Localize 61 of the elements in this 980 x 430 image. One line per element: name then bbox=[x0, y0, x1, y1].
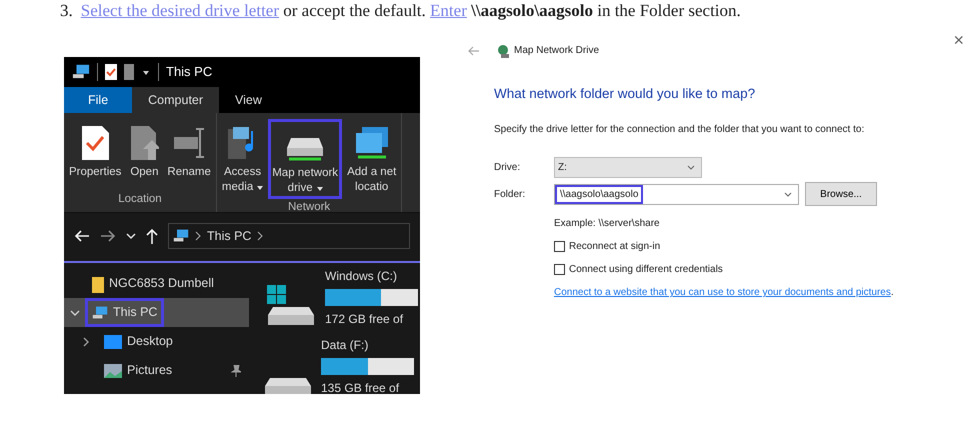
folder-combo-field[interactable]: \\aagsolo\aagsolo bbox=[554, 184, 799, 205]
close-button[interactable]: × bbox=[953, 31, 964, 49]
drive-windows-icon bbox=[265, 283, 315, 327]
caret-icon bbox=[316, 186, 323, 190]
checkbox-option[interactable]: Reconnect at sign-in bbox=[554, 239, 960, 254]
field-label: Drive: bbox=[494, 161, 522, 176]
chevron-down-icon bbox=[687, 165, 695, 170]
chevron-down-icon bbox=[784, 192, 792, 197]
document-check-icon bbox=[105, 64, 117, 80]
breadcrumb[interactable]: This PC bbox=[207, 226, 252, 246]
nav-item[interactable]: NGC6853 Dumbell bbox=[64, 269, 249, 298]
forward-arrow-icon[interactable] bbox=[100, 229, 116, 243]
computer-icon bbox=[92, 304, 108, 320]
ribbon-button[interactable]: Access media bbox=[218, 119, 266, 199]
nav-item[interactable]: Desktop bbox=[64, 327, 249, 356]
checkbox-option[interactable]: Connect using different credentials bbox=[554, 262, 960, 278]
file-menu-tab[interactable]: File bbox=[64, 87, 132, 113]
field-label: Folder: bbox=[494, 188, 526, 202]
folder-icon bbox=[92, 274, 104, 292]
dialog-title: Map Network Drive bbox=[514, 44, 600, 58]
ribbon-tab[interactable]: Computer bbox=[132, 87, 220, 113]
ribbon-button[interactable]: Rename bbox=[164, 119, 214, 191]
nav-item[interactable]: Pictures bbox=[64, 356, 249, 385]
up-arrow-icon[interactable] bbox=[146, 228, 158, 244]
instruction-text: Specify the drive letter for the connection and the folder that you want to connect to: bbox=[494, 123, 866, 138]
nav-item[interactable]: This PC bbox=[64, 298, 249, 327]
free-space-text: 135 GB free of bbox=[321, 380, 400, 394]
chevron-right-icon bbox=[257, 231, 264, 241]
chevron-right-icon bbox=[195, 231, 201, 241]
chevron-down-icon[interactable] bbox=[126, 232, 136, 240]
drive-name: Data (F:) bbox=[321, 337, 370, 354]
ribbon-button[interactable]: Add a net locatio bbox=[344, 119, 400, 199]
computer-icon bbox=[72, 63, 90, 81]
desktop-icon bbox=[104, 334, 122, 348]
list-number: 3. bbox=[60, 0, 73, 21]
website-link[interactable]: Connect to a website that you can use to store your documents and pictures bbox=[554, 285, 891, 300]
browse-button[interactable]: Browse... bbox=[805, 182, 877, 206]
period-text: . bbox=[890, 286, 894, 300]
page-icon bbox=[124, 64, 134, 80]
address-bar[interactable]: This PC bbox=[168, 223, 410, 249]
ribbon-button[interactable]: Map network drive bbox=[268, 119, 342, 199]
ribbon-button[interactable]: Properties bbox=[66, 119, 124, 191]
computer-icon bbox=[173, 228, 189, 244]
drive-select[interactable]: Z: bbox=[554, 157, 702, 178]
picture-icon bbox=[104, 364, 122, 378]
rename-field-icon bbox=[172, 125, 206, 161]
group-label: Location bbox=[117, 192, 163, 207]
free-space-text: 172 GB free of bbox=[325, 311, 404, 328]
ribbon-tab[interactable]: View bbox=[219, 87, 278, 113]
document-check-icon bbox=[80, 125, 110, 161]
dialog-heading: What network folder would you like to map? bbox=[494, 85, 756, 103]
monitors-icon bbox=[354, 125, 390, 161]
window-title: This PC bbox=[166, 63, 212, 82]
example-text: Example: \\server\share bbox=[554, 217, 661, 232]
caret-icon bbox=[257, 186, 264, 190]
ribbon-button[interactable]: Open bbox=[126, 119, 162, 191]
instruction-text: Select the desired drive letter or accept the default. Enter \\aagsolo\aagsolo in the Folder section. bbox=[80, 0, 741, 21]
group-label: Network bbox=[287, 200, 332, 215]
drive-icon bbox=[265, 378, 311, 394]
drive-name: Windows (C:) bbox=[325, 268, 398, 285]
chevron-right-icon[interactable] bbox=[82, 336, 90, 346]
